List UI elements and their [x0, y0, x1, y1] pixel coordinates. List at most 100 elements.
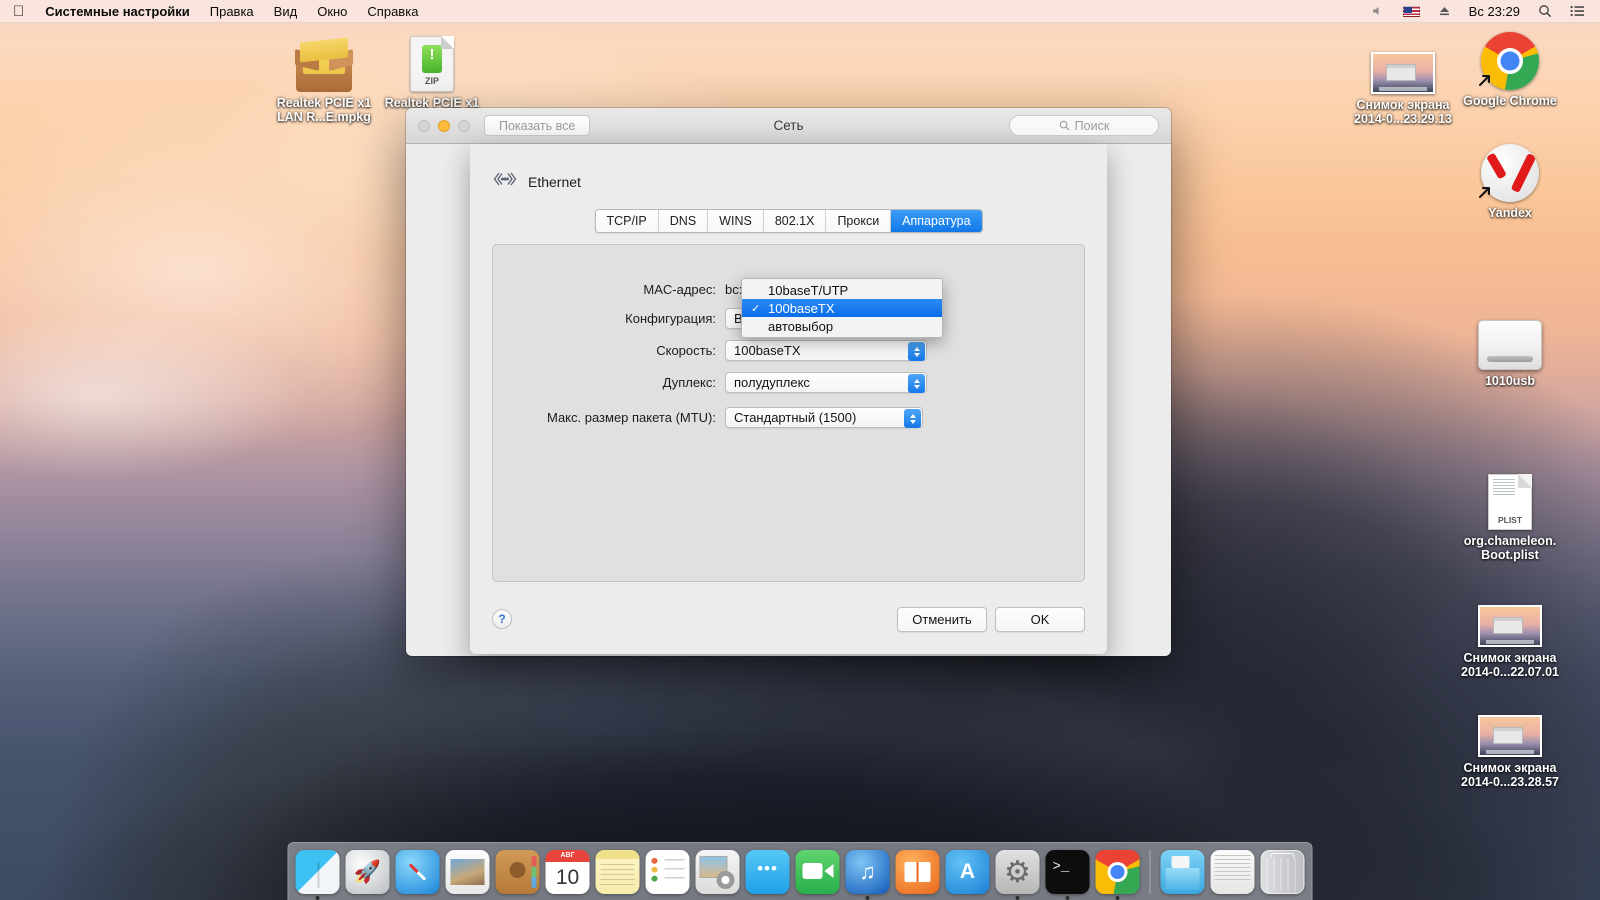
chrome-icon: [1452, 28, 1568, 90]
plist-document-icon: PLIST: [1452, 468, 1568, 530]
dock-item-safari[interactable]: [395, 850, 440, 900]
dock-item-mail[interactable]: [445, 850, 490, 900]
documents-stack-icon: [1210, 850, 1255, 894]
us-flag-icon[interactable]: [1394, 5, 1429, 17]
zip-archive-icon: ZIP: [374, 30, 490, 92]
dock-item-finder[interactable]: [295, 850, 340, 900]
duplex-popup[interactable]: полудуплекс: [725, 372, 927, 393]
screenshot-thumbnail-icon: [1345, 32, 1461, 94]
stepper-icon[interactable]: [908, 374, 925, 393]
stepper-icon[interactable]: [908, 342, 925, 361]
show-all-button[interactable]: Показать все: [484, 115, 591, 136]
speed-popup[interactable]: 100baseTX: [725, 340, 927, 361]
launchpad-icon: [345, 850, 390, 894]
dock-item-google-chrome[interactable]: [1095, 850, 1140, 900]
desktop-icon-screenshot-1[interactable]: Снимок экрана 2014-0...23.29.13: [1345, 32, 1461, 126]
search-placeholder-text: Поиск: [1074, 118, 1110, 133]
search-input[interactable]: Поиск: [1009, 115, 1159, 136]
tab-wins[interactable]: WINS: [708, 210, 764, 232]
gear-icon: [995, 850, 1040, 894]
tab-proxies[interactable]: Прокси: [826, 210, 892, 232]
desktop-icon-google-chrome[interactable]: Google Chrome: [1452, 28, 1568, 108]
dock-item-trash[interactable]: [1260, 850, 1305, 900]
menu-item-help[interactable]: Справка: [357, 0, 428, 23]
menu-item-view[interactable]: Вид: [264, 0, 308, 23]
screenshot-thumbnail-icon: [1452, 585, 1568, 647]
desktop-icon-label: Снимок экрана: [1463, 651, 1557, 665]
dropdown-option-label: 10baseT/UTP: [768, 282, 849, 298]
dock-item-messages[interactable]: [745, 850, 790, 900]
volume-icon[interactable]: [1362, 5, 1394, 17]
dropdown-option-auto[interactable]: автовыбор: [742, 317, 942, 335]
yandex-icon: [1452, 140, 1568, 202]
desktop-icon-chameleon-plist[interactable]: PLIST org.chameleon. Boot.plist: [1452, 468, 1568, 562]
mail-icon: [445, 850, 490, 894]
ethernet-icon: [492, 170, 518, 193]
desktop-icon-realtek-mpkg[interactable]: Realtek PCIE x1 LAN R...E.mpkg: [266, 30, 382, 124]
search-icon: [1059, 120, 1070, 131]
help-button[interactable]: ?: [492, 609, 512, 629]
dock-item-calendar[interactable]: [545, 850, 590, 900]
desktop-icon-screenshot-3[interactable]: Снимок экрана 2014-0...23.28.57: [1452, 695, 1568, 789]
dock-item-system-preferences-alt[interactable]: [695, 850, 740, 900]
field-speed: Скорость: 100baseTX: [493, 340, 1084, 361]
hardware-settings-sheet: Ethernet TCP/IP DNS WINS 802.1X Прокси А…: [470, 144, 1107, 654]
tab-tcpip[interactable]: TCP/IP: [595, 210, 659, 232]
menu-bar-clock[interactable]: Вс 23:29: [1460, 0, 1529, 23]
menu-item-app[interactable]: Системные настройки: [35, 0, 200, 23]
tab-dns[interactable]: DNS: [658, 210, 709, 232]
dock-item-terminal[interactable]: [1045, 850, 1090, 900]
eject-icon[interactable]: [1429, 5, 1460, 17]
menu-item-window[interactable]: Окно: [307, 0, 357, 23]
menu-item-edit[interactable]: Правка: [200, 0, 264, 23]
dock-item-ibooks[interactable]: [895, 850, 940, 900]
terminal-icon: [1045, 850, 1090, 894]
desktop-icon-label-2: 2014-0...23.28.57: [1461, 775, 1559, 789]
zoom-button[interactable]: [458, 119, 470, 132]
notes-icon: [595, 850, 640, 894]
tab-8021x[interactable]: 802.1X: [763, 210, 827, 232]
desktop-icon-label: 1010usb: [1484, 374, 1536, 388]
calendar-icon: [545, 850, 590, 894]
close-button[interactable]: [418, 119, 430, 132]
desktop-icon-label-2: 2014-0...22.07.01: [1461, 665, 1559, 679]
dock-item-launchpad[interactable]: [345, 850, 390, 900]
speed-dropdown-menu[interactable]: 10baseT/UTP ✓ 100baseTX автовыбор: [741, 278, 943, 338]
notification-center-icon[interactable]: [1561, 5, 1594, 17]
dock-item-downloads-stack[interactable]: [1160, 850, 1205, 900]
dropdown-option-label: 100baseTX: [768, 300, 835, 316]
desktop-icon-label: Realtek PCIE x1: [276, 96, 372, 110]
dock-item-reminders[interactable]: [645, 850, 690, 900]
dock-item-contacts[interactable]: [495, 850, 540, 900]
service-name-label: Ethernet: [528, 173, 581, 190]
dock-item-app-store[interactable]: [945, 850, 990, 900]
spotlight-search-icon[interactable]: [1529, 4, 1561, 18]
speed-value: 100baseTX: [734, 343, 801, 358]
mtu-value: Стандартный (1500): [734, 410, 857, 425]
desktop-icon-screenshot-2[interactable]: Снимок экрана 2014-0...22.07.01: [1452, 585, 1568, 679]
minimize-button[interactable]: [438, 119, 450, 132]
ok-button[interactable]: OK: [995, 606, 1085, 632]
duplex-value: полудуплекс: [734, 375, 810, 390]
dock-item-documents-stack[interactable]: [1210, 850, 1255, 900]
cancel-button[interactable]: Отменить: [897, 606, 987, 632]
stepper-icon[interactable]: [904, 409, 921, 428]
desktop-icon-yandex[interactable]: Yandex: [1452, 140, 1568, 220]
alias-arrow-icon: [1479, 75, 1490, 86]
dock-item-facetime[interactable]: [795, 850, 840, 900]
dropdown-option-label: автовыбор: [768, 318, 834, 334]
alias-arrow-icon: [1479, 187, 1490, 198]
preview-icon: [695, 850, 740, 894]
dropdown-option-100basetx[interactable]: ✓ 100baseTX: [742, 299, 942, 317]
desktop-icon-usb-drive[interactable]: 1010usb: [1452, 308, 1568, 388]
dropdown-option-10baset[interactable]: 10baseT/UTP: [742, 281, 942, 299]
mtu-popup[interactable]: Стандартный (1500): [725, 407, 923, 428]
apple-logo-icon[interactable]: : [0, 0, 35, 23]
dock-item-notes[interactable]: [595, 850, 640, 900]
dock-item-system-preferences[interactable]: [995, 850, 1040, 900]
dock-item-itunes[interactable]: [845, 850, 890, 900]
traffic-lights: [418, 119, 470, 132]
tab-hardware[interactable]: Аппаратура: [891, 210, 982, 232]
contacts-icon: [495, 850, 540, 894]
window-titlebar[interactable]: Показать все Сеть Поиск: [406, 108, 1171, 144]
